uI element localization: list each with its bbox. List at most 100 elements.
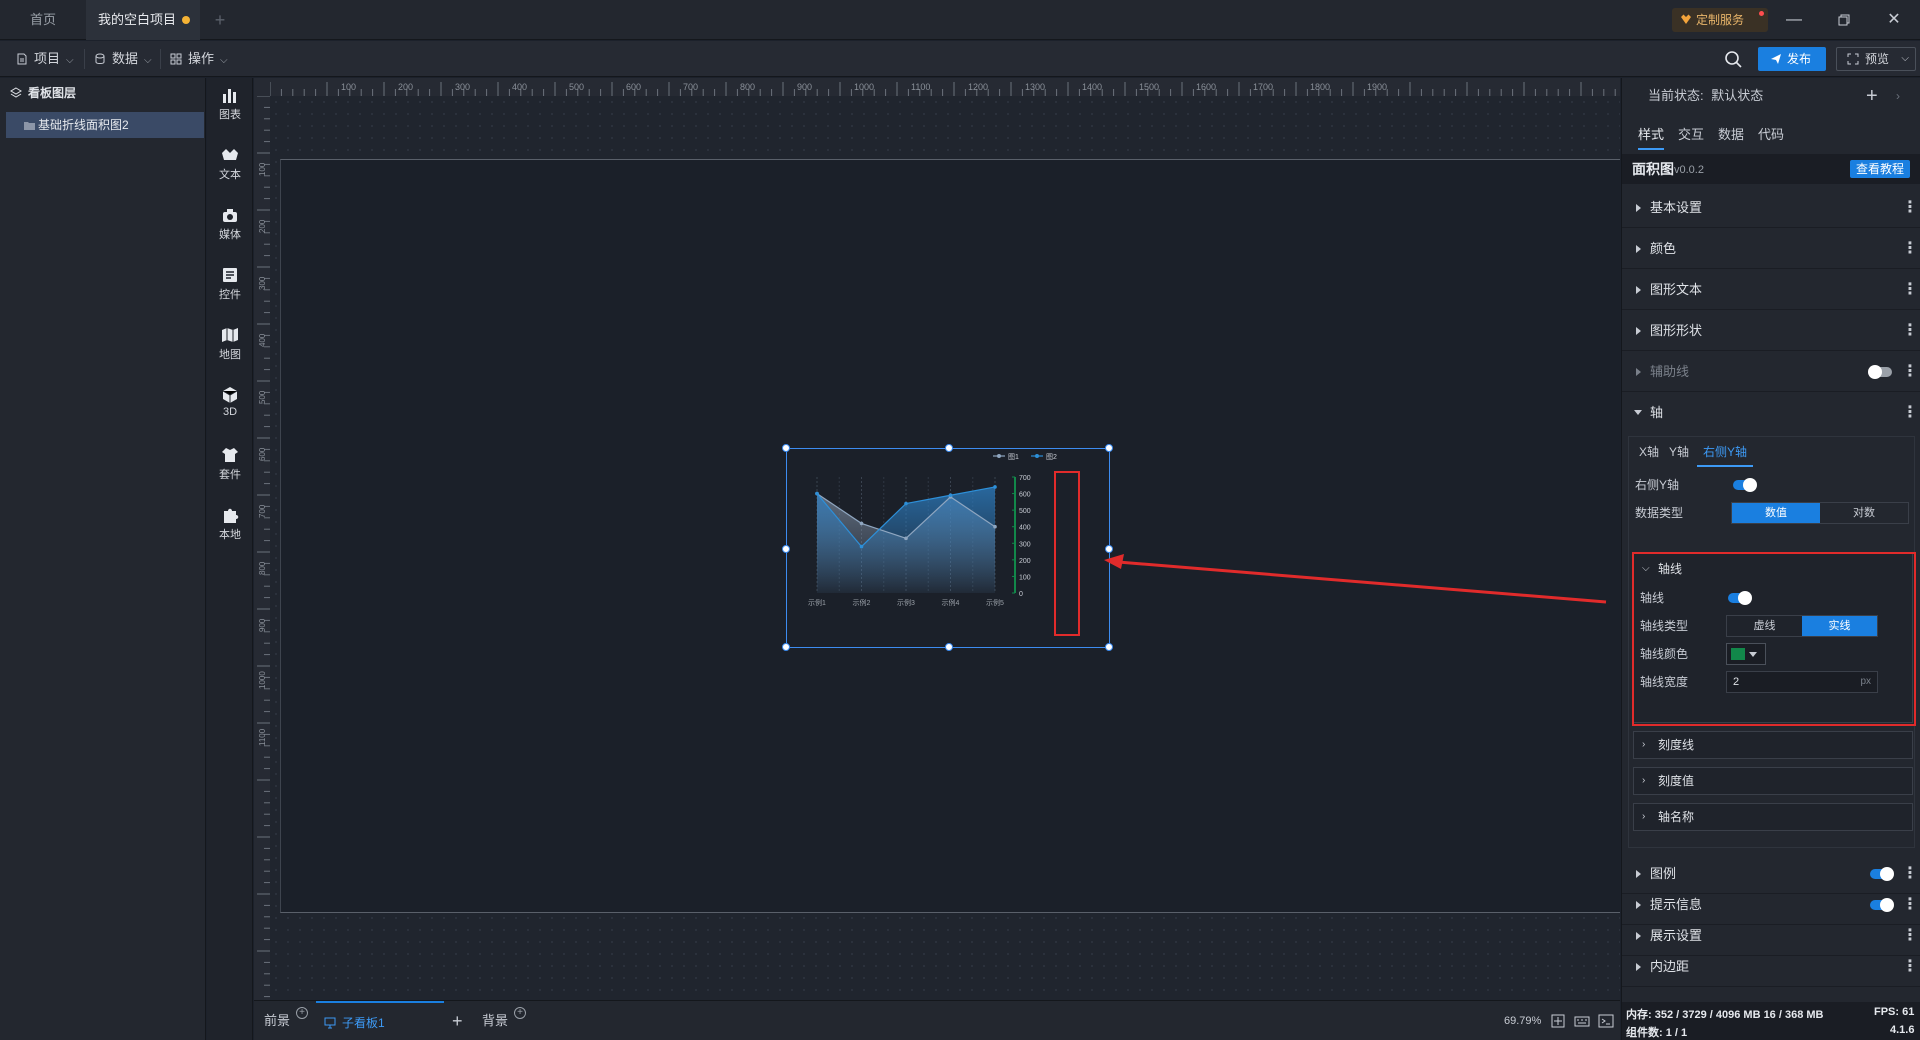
tab-project-label: 我的空白项目 [97,12,176,27]
component-media[interactable]: 媒体 [207,198,253,250]
fit-screen-icon[interactable] [1550,1013,1566,1029]
add-circle-icon[interactable]: + [296,1007,308,1019]
data-point[interactable] [859,521,864,526]
resize-handle-s[interactable] [945,643,953,651]
tab-code[interactable]: 代码 [1758,120,1784,150]
tab-foreground-label: 前景 [264,1013,291,1028]
ruler-tick-label: 400 [258,333,267,347]
component-3d[interactable]: 3D [207,378,253,430]
menu-data[interactable]: 数据 ⌵ [92,41,152,77]
tab-y-axis[interactable]: Y轴 [1669,437,1689,467]
section-basic-settings[interactable]: 基本设置 ⋮ [1622,188,1920,228]
tab-interaction[interactable]: 交互 [1678,120,1704,150]
resize-handle-w[interactable] [782,545,790,553]
resize-handle-n[interactable] [945,444,953,452]
more-vertical-icon[interactable]: ⋮ [1900,403,1920,423]
more-vertical-icon[interactable]: ⋮ [1900,239,1920,259]
add-tab-icon[interactable]: + [210,10,230,30]
data-point[interactable] [904,536,908,541]
restore-icon[interactable] [1830,6,1858,34]
more-vertical-icon[interactable]: ⋮ [1900,321,1920,341]
more-vertical-icon[interactable]: ⋮ [1900,198,1920,218]
add-state-icon[interactable]: + [1866,78,1878,114]
search-icon[interactable] [1722,48,1744,70]
tab-project[interactable]: 我的空白项目 [86,0,200,40]
data-point[interactable] [993,524,997,529]
chevron-right-icon[interactable]: › [1896,78,1900,114]
more-vertical-icon[interactable]: ⋮ [1900,280,1920,300]
section-tick-line[interactable]: › 刻度线 [1633,731,1913,759]
component-chart[interactable]: 图表 [207,78,253,130]
legend-label[interactable]: 图2 [1046,453,1057,461]
data-point[interactable] [815,491,819,496]
section-tick-value[interactable]: › 刻度值 [1633,767,1913,795]
tooltip-toggle[interactable] [1870,898,1894,912]
component-kit[interactable]: 套件 [207,438,253,490]
tab-right-y-axis[interactable]: 右侧Y轴 [1697,437,1754,467]
y-tick-label: 500 [1019,508,1031,515]
tab-home[interactable]: 首页 [0,0,86,40]
minimize-icon[interactable]: — [1780,6,1808,34]
more-vertical-icon[interactable]: ⋮ [1900,895,1920,915]
section-axis[interactable]: 轴 ⋮ [1622,393,1920,433]
tab-foreground[interactable]: 前景 + [264,1001,314,1040]
component-text[interactable]: 文本 [207,138,253,190]
state-value[interactable]: 默认状态 [1711,88,1763,103]
close-icon[interactable]: ✕ [1880,6,1908,34]
section-graphic-shape[interactable]: 图形形状 ⋮ [1622,311,1920,351]
tutorial-button[interactable]: 查看教程 [1850,160,1910,178]
section-padding[interactable]: 内边距 ⋮ [1622,947,1920,987]
tab-data[interactable]: 数据 [1718,120,1744,150]
toolbar-divider [160,49,161,69]
publish-button[interactable]: 发布 [1758,47,1826,71]
component-map[interactable]: 地图 [207,318,253,370]
component-kit-label: 套件 [219,469,241,481]
layer-item[interactable]: 基础折线面积图2 [6,112,204,138]
tab-subboard[interactable]: 子看板1 [316,1001,444,1040]
more-vertical-icon[interactable]: ⋮ [1900,362,1920,382]
data-point[interactable] [904,501,908,506]
add-board-icon[interactable]: + [452,1001,463,1040]
right-y-toggle[interactable] [1733,478,1757,492]
resize-handle-ne[interactable] [1105,444,1113,452]
data-point[interactable] [993,485,997,489]
component-local[interactable]: 本地 [207,498,253,550]
section-guide-line[interactable]: 辅助线 ⋮ [1622,352,1920,392]
terminal-icon[interactable] [1598,1013,1614,1029]
more-vertical-icon[interactable]: ⋮ [1900,864,1920,884]
data-type-segment: 数值 对数 [1731,502,1909,524]
keyboard-icon[interactable] [1574,1013,1590,1029]
preview-button[interactable]: 预览 ⌵ [1836,47,1916,71]
menu-project[interactable]: 项目 ⌵ [14,41,74,77]
data-point[interactable] [859,544,864,549]
chart-legend[interactable]: 图1 图2 [993,453,1057,461]
resize-handle-nw[interactable] [782,444,790,452]
caret-right-icon [1636,963,1641,971]
tab-style[interactable]: 样式 [1638,120,1665,150]
legend-toggle[interactable] [1870,867,1894,881]
section-color[interactable]: 颜色 ⋮ [1622,229,1920,269]
chevron-right-icon: › [1642,811,1646,822]
resize-handle-sw[interactable] [782,643,790,651]
more-vertical-icon[interactable]: ⋮ [1900,926,1920,946]
tab-x-axis[interactable]: X轴 [1639,437,1659,467]
tab-background[interactable]: 背景 + [482,1001,532,1040]
section-axis-name[interactable]: › 轴名称 [1633,803,1913,831]
resize-handle-se[interactable] [1105,643,1113,651]
data-type-log[interactable]: 对数 [1820,503,1908,523]
guide-line-toggle[interactable] [1868,365,1892,379]
app-version: 4.1.6 [1890,1024,1915,1036]
add-circle-icon[interactable]: + [514,1007,526,1019]
section-graphic-text[interactable]: 图形文本 ⋮ [1622,270,1920,310]
data-point[interactable] [948,493,953,498]
ruler-tick-label: 600 [258,447,267,461]
more-vertical-icon[interactable]: ⋮ [1900,957,1920,977]
legend-label[interactable]: 图1 [1008,453,1019,461]
component-count: 组件数: 1 / 1 [1626,1027,1688,1039]
custom-service-button[interactable]: 定制服务 [1672,8,1768,32]
ruler-tick-label: 1900 [1367,82,1387,92]
zoom-level[interactable]: 69.79% [1504,1001,1541,1040]
component-control[interactable]: 控件 [207,258,253,310]
menu-operate[interactable]: 操作 ⌵ [168,41,228,77]
data-type-numeric[interactable]: 数值 [1732,503,1820,523]
